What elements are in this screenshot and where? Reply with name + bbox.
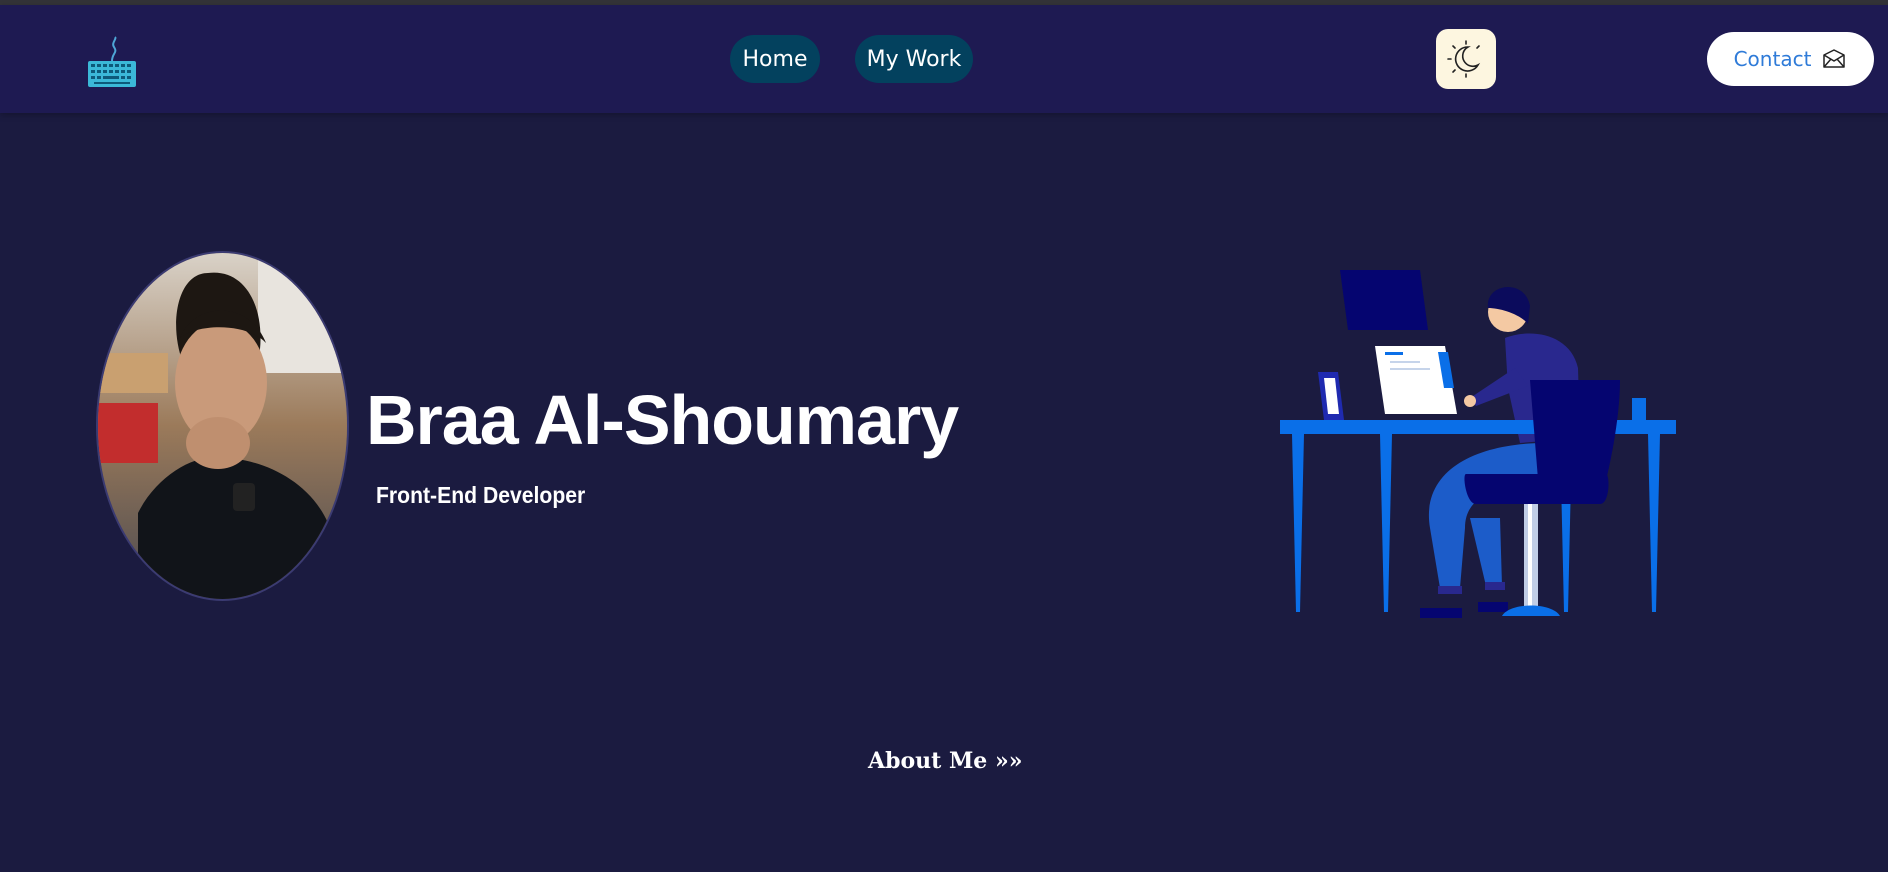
keyboard-icon[interactable]: [84, 35, 140, 91]
developer-name: Braa Al-Shoumary: [366, 381, 959, 459]
profile-photo: [96, 251, 349, 601]
theme-toggle-button[interactable]: [1436, 29, 1496, 89]
sun-moon-icon: [1447, 40, 1481, 78]
nav-home-button[interactable]: Home: [730, 35, 820, 83]
contact-label: Contact: [1733, 47, 1812, 71]
navbar: Home My Work Contact: [0, 5, 1888, 113]
contact-button[interactable]: Contact: [1707, 32, 1874, 86]
developer-at-desk-illustration: [1280, 268, 1690, 628]
nav-my-work-button[interactable]: My Work: [855, 35, 973, 83]
envelope-icon: [1823, 49, 1846, 68]
about-me-link[interactable]: About Me »»: [868, 748, 1022, 774]
developer-role: Front-End Developer: [376, 482, 586, 508]
